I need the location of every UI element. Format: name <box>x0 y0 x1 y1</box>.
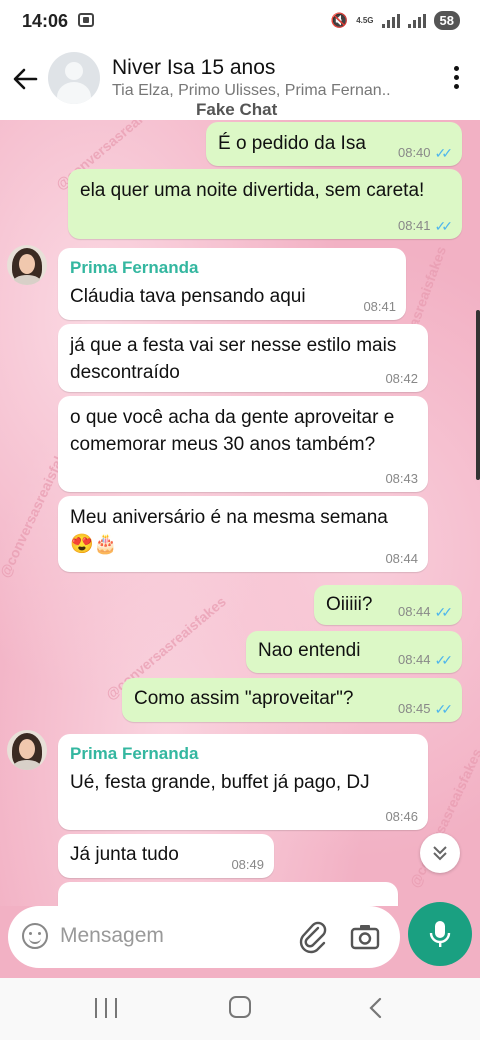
message-time: 08:41 <box>397 218 431 233</box>
chevron-double-down-icon[interactable] <box>420 833 460 873</box>
group-avatar-icon[interactable] <box>48 52 100 104</box>
network-type: 4.5G <box>356 15 374 25</box>
nav-back-icon[interactable] <box>366 996 386 1020</box>
message-composer[interactable]: Mensagem <box>8 906 400 968</box>
message-bubble-outgoing[interactable]: Oiiiii? 08:44 ✓✓ <box>314 585 462 625</box>
battery-level: 58 <box>433 11 460 30</box>
message-text: Cláudia tava pensando aqui <box>70 286 306 307</box>
sender-name[interactable]: Prima Fernanda <box>70 740 416 767</box>
system-nav-bar <box>0 978 480 1040</box>
message-text: É o pedido da Isa <box>218 133 366 154</box>
message-text: Como assim "aproveitar"? <box>134 688 354 709</box>
message-bubble-outgoing[interactable]: Nao entendi 08:44 ✓✓ <box>246 631 462 673</box>
message-time: 08:46 <box>385 809 418 824</box>
message-text: Já junta tudo <box>70 844 179 865</box>
sender-avatar[interactable] <box>7 730 47 770</box>
message-time: 08:44 <box>385 551 418 566</box>
double-check-icon: ✓✓ <box>434 701 454 717</box>
double-check-icon: ✓✓ <box>434 604 454 620</box>
status-icons: 🔇 4.5G 58 <box>331 11 460 30</box>
chat-members[interactable]: Tia Elza, Primo Ulisses, Prima Fernan.. <box>112 82 412 100</box>
camera-icon[interactable] <box>350 922 380 952</box>
message-bubble-incoming[interactable]: Já junta tudo 08:49 <box>58 834 274 878</box>
fake-chat-label: Fake Chat <box>196 100 278 119</box>
message-bubble-incoming[interactable]: Prima Fernanda Ué, festa grande, buffet … <box>58 734 428 830</box>
sender-name[interactable]: Prima Fernanda <box>70 254 394 281</box>
status-time: 14:06 <box>22 11 69 31</box>
signal-icon <box>381 13 400 28</box>
message-time: 08:45 <box>397 701 431 716</box>
double-check-icon: ✓✓ <box>434 145 454 161</box>
signal-icon-2 <box>407 13 426 28</box>
chat-area[interactable]: @conversasreaisfakes @conversasreaisfake… <box>0 120 480 906</box>
chat-header: Niver Isa 15 anos Tia Elza, Primo Ulisse… <box>0 44 480 120</box>
message-time: 08:44 <box>397 604 431 619</box>
message-bubble-incoming[interactable]: já que a festa vai ser nesse estilo mais… <box>58 324 428 392</box>
message-input[interactable]: Mensagem <box>60 924 164 948</box>
home-icon[interactable] <box>229 996 251 1018</box>
more-vert-icon[interactable] <box>452 66 460 92</box>
message-time: 08:42 <box>385 371 418 386</box>
message-time: 08:43 <box>385 471 418 486</box>
attach-icon[interactable] <box>298 920 328 954</box>
message-text: o que você acha da gente aproveitar e co… <box>70 407 395 455</box>
message-time: 08:41 <box>363 299 396 314</box>
message-time: 08:40 <box>397 145 431 160</box>
message-bubble-outgoing[interactable]: ela quer uma noite divertida, sem careta… <box>68 169 462 239</box>
emoji-icon[interactable] <box>22 923 48 949</box>
message-text: ela quer uma noite divertida, sem careta… <box>80 180 425 201</box>
mic-icon[interactable] <box>408 902 472 966</box>
status-bar: 14:06 🔇 4.5G 58 <box>0 0 480 44</box>
input-bar: Mensagem <box>0 902 480 978</box>
back-arrow-icon[interactable] <box>10 64 40 94</box>
message-text: já que a festa vai ser nesse estilo mais… <box>70 335 397 383</box>
message-bubble-incoming[interactable]: Meu aniversário é na mesma semana 😍🎂 08:… <box>58 496 428 572</box>
message-text: Ué, festa grande, buffet já pago, DJ <box>70 772 370 793</box>
message-text: Nao entendi <box>258 640 361 661</box>
message-bubble-incoming[interactable]: Prima Fernanda Cláudia tava pensando aqu… <box>58 248 406 320</box>
double-check-icon: ✓✓ <box>434 652 454 668</box>
chat-title[interactable]: Niver Isa 15 anos <box>112 56 275 80</box>
message-text: Meu aniversário é na mesma semana 😍🎂 <box>70 507 388 555</box>
message-time: 08:49 <box>231 857 264 872</box>
message-bubble-incoming-partial[interactable] <box>58 882 398 906</box>
recents-icon[interactable] <box>95 998 117 1018</box>
message-text: Oiiiii? <box>326 594 373 615</box>
message-bubble-outgoing[interactable]: Como assim "aproveitar"? 08:45 ✓✓ <box>122 678 462 722</box>
screen-record-icon <box>78 13 94 27</box>
message-time: 08:44 <box>397 652 431 667</box>
mute-icon: 🔇 <box>330 12 349 28</box>
message-bubble-incoming[interactable]: o que você acha da gente aproveitar e co… <box>58 396 428 492</box>
message-bubble-outgoing[interactable]: É o pedido da Isa 08:40 ✓✓ <box>206 122 462 166</box>
sender-avatar[interactable] <box>7 245 47 285</box>
double-check-icon: ✓✓ <box>434 218 454 234</box>
scrollbar[interactable] <box>476 310 480 480</box>
